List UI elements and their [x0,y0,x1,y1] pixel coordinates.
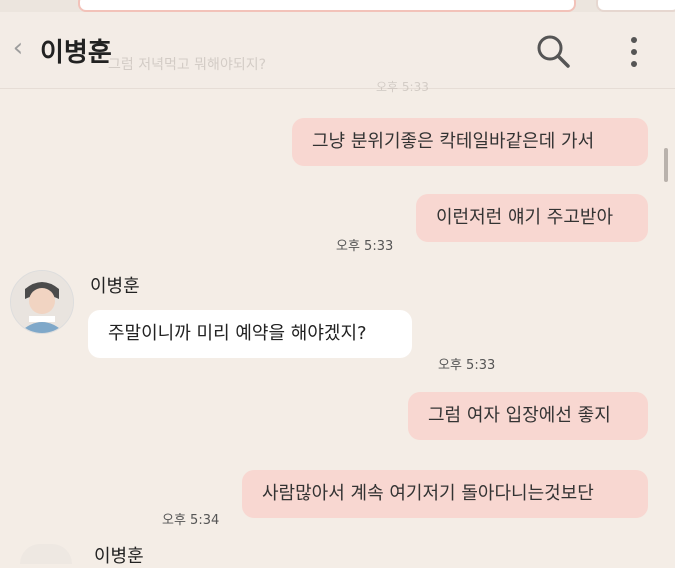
message-bubble-theirs[interactable]: 주말이니까 미리 예약을 해야겠지? [88,310,412,358]
more-vertical-icon[interactable] [624,34,644,70]
message-time: 오후 5:34 [162,513,220,528]
chevron-left-icon[interactable]: ‹ [8,34,28,62]
avatar-image [11,271,73,333]
partial-button [596,0,675,12]
chat-title: 이병훈 [40,38,112,68]
search-icon[interactable] [534,32,572,70]
message-time: 오후 5:33 [336,239,394,254]
sender-name: 이병훈 [90,276,140,297]
partial-input-field [78,0,576,12]
chat-header: ‹ 이병훈 그럼 저녁먹고 뭐해야되지? 오후 5:33 [0,12,675,94]
message-bubble-mine[interactable]: 그냥 분위기좋은 칵테일바같은데 가서 [292,118,648,166]
message-bubble-mine[interactable]: 그럼 여자 입장에선 좋지 [408,392,648,440]
avatar[interactable] [20,544,72,564]
message-bubble-mine[interactable]: 사람많아서 계속 여기저기 돌아다니는것보단 [242,470,648,518]
top-strip [0,0,675,12]
message-time: 오후 5:33 [438,358,496,373]
message-bubble-mine[interactable]: 이런저런 얘기 주고받아 [416,194,648,242]
avatar[interactable] [10,270,74,334]
scrollbar[interactable] [664,148,668,182]
chat-area[interactable]: 그냥 분위기좋은 칵테일바같은데 가서 이런저런 얘기 주고받아 오후 5:33… [0,88,675,567]
sender-name: 이병훈 [94,546,144,567]
ghost-previous-message: 그럼 저녁먹고 뭐해야되지? [108,57,267,73]
